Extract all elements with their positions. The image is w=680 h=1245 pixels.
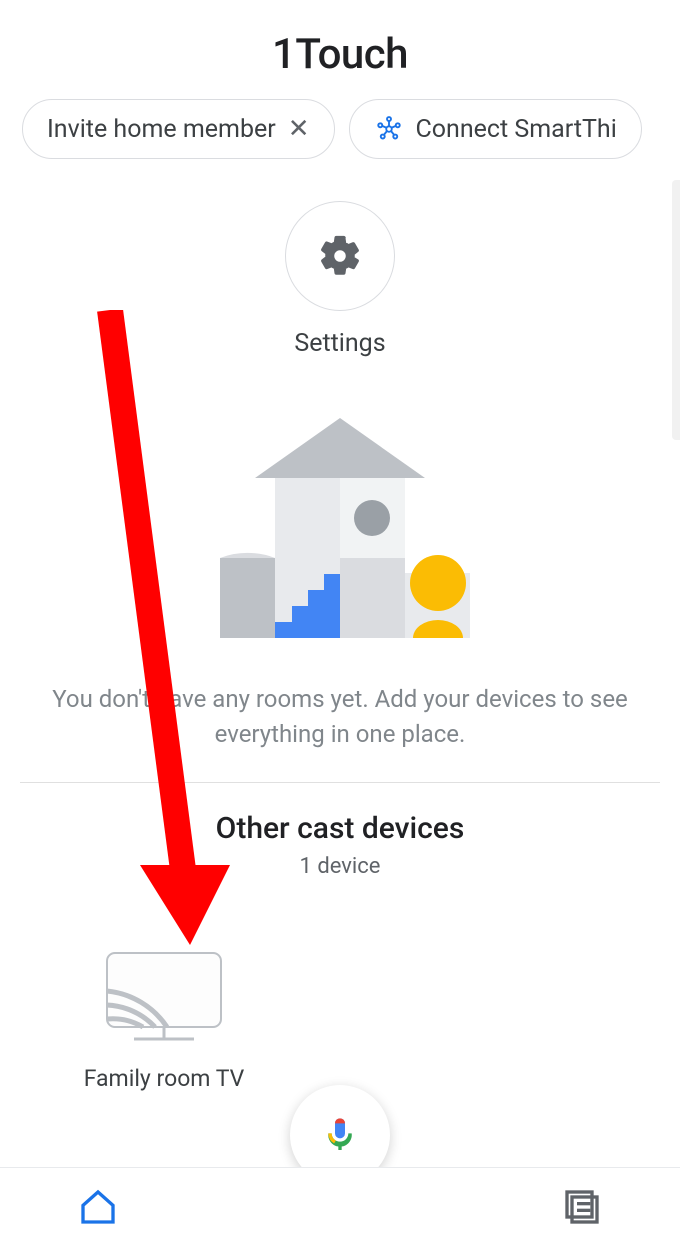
empty-rooms-message: You don't have any rooms yet. Add your d… bbox=[0, 682, 680, 782]
device-label: Family room TV bbox=[84, 1065, 245, 1092]
home-name: 1Touch bbox=[0, 0, 680, 99]
gear-icon bbox=[285, 201, 395, 311]
bottom-nav bbox=[0, 1167, 680, 1245]
cast-section-subtitle: 1 device bbox=[0, 846, 680, 879]
scrollbar[interactable] bbox=[672, 180, 680, 440]
cast-tv-icon bbox=[99, 949, 229, 1049]
connect-label: Connect SmartThi bbox=[416, 115, 617, 144]
invite-label: Invite home member bbox=[47, 115, 276, 144]
connect-smartthings-chip[interactable]: Connect SmartThi bbox=[349, 99, 642, 159]
smartthings-icon bbox=[374, 114, 404, 144]
home-icon bbox=[78, 1187, 118, 1227]
settings-shortcut[interactable]: Settings bbox=[0, 183, 680, 368]
cast-section-title: Other cast devices bbox=[0, 783, 680, 846]
invite-member-chip[interactable]: Invite home member ✕ bbox=[22, 99, 335, 159]
nav-feed-button[interactable] bbox=[562, 1187, 602, 1227]
device-tile[interactable]: Family room TV bbox=[64, 949, 264, 1092]
close-icon[interactable]: ✕ bbox=[288, 114, 310, 144]
feed-icon bbox=[562, 1187, 602, 1227]
nav-home-button[interactable] bbox=[78, 1187, 118, 1227]
settings-label: Settings bbox=[294, 329, 385, 358]
house-illustration bbox=[0, 368, 680, 682]
mic-icon bbox=[320, 1115, 360, 1155]
suggestion-chips: Invite home member ✕ Connect SmartThi bbox=[0, 99, 680, 183]
